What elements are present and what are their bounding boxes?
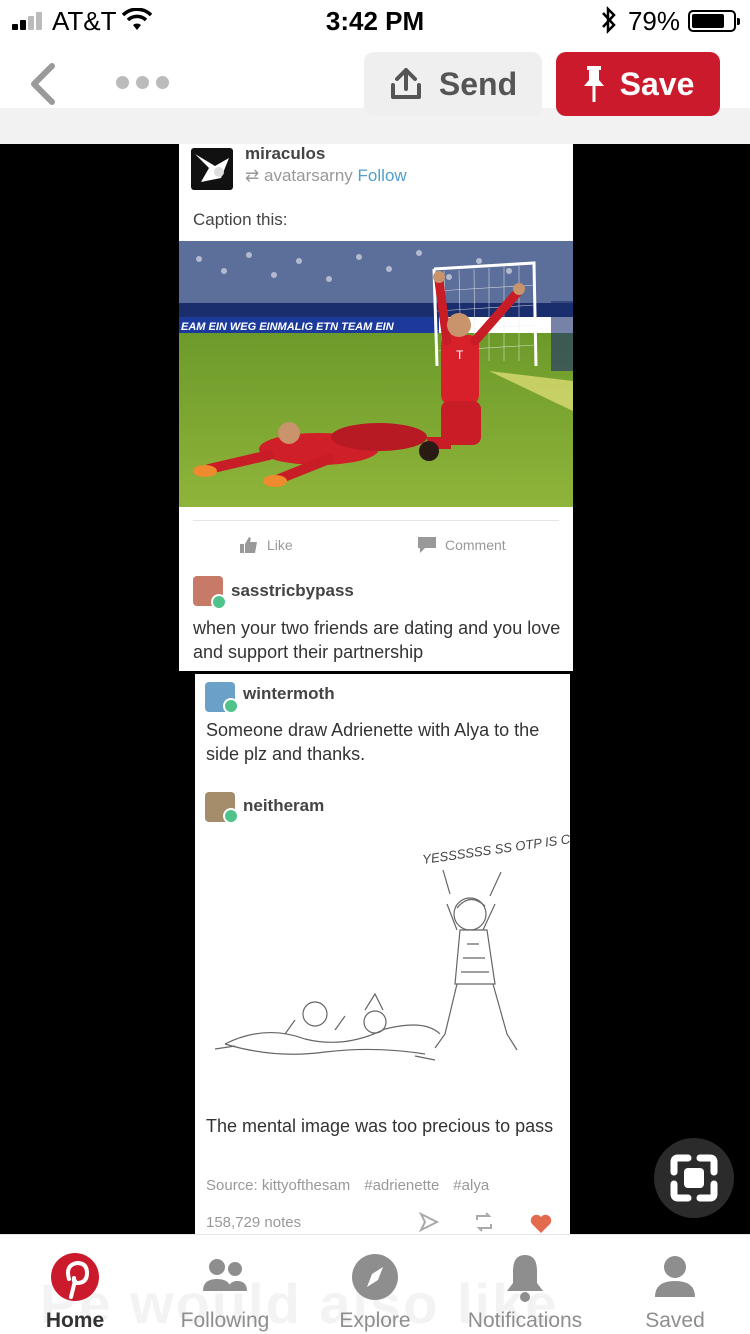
more-dots-icon[interactable] (114, 72, 172, 92)
save-label: Save (619, 65, 695, 102)
tab-saved[interactable]: Saved (600, 1235, 750, 1334)
reblog-badge-icon (223, 698, 239, 714)
save-button[interactable]: Save (556, 52, 720, 116)
like-button[interactable]: Like (239, 536, 293, 554)
tab-following[interactable]: Following (150, 1235, 300, 1334)
back-chevron-icon[interactable] (24, 62, 64, 106)
tumblr-post-card: miraculos ⇄ avatarsarny Follow Caption t… (179, 144, 573, 671)
sketch-drawing: YESSSSSS SS OTP IS CANON!!! (214, 834, 570, 1061)
pinterest-pin-screen: AT&T 3:42 PM 79% Send Save miraculos ⇄ a… (0, 0, 750, 1334)
send-paper-plane-icon (419, 1212, 439, 1232)
post-author: miraculos (245, 144, 326, 163)
comment-button[interactable]: Comment (417, 536, 506, 554)
pin-toolbar: Send Save (0, 40, 750, 144)
lens-scan-icon (670, 1154, 718, 1202)
send-button[interactable]: Send (364, 52, 542, 116)
drawing-caption: YESSSSSS SS OTP IS CANON!!! (421, 834, 570, 867)
source-link: Source: kittyofthesam (206, 1177, 351, 1194)
visual-search-button[interactable] (654, 1138, 734, 1218)
football-photo: EAM EIN WEG EINMALIG ETN TEAM EIN T (179, 241, 573, 507)
tab-notifications[interactable]: Notifications (450, 1235, 600, 1334)
tab-label: Following (180, 1309, 270, 1332)
tag: #alya (453, 1177, 490, 1194)
tab-explore[interactable]: Explore (300, 1235, 450, 1334)
pin-image[interactable]: miraculos ⇄ avatarsarny Follow Caption t… (0, 144, 750, 1234)
bluetooth-icon (602, 6, 616, 34)
tag: #adrienette (364, 1177, 440, 1194)
tab-label: Home (45, 1309, 105, 1332)
reply-author: neitheram (243, 796, 325, 815)
reblog-source: avatarsarny (263, 166, 353, 185)
source-tags-line: Source: kittyofthesam #adrienette #alya (206, 1177, 489, 1194)
reblog-badge-icon (223, 808, 239, 824)
reply-author: sasstricbypass (231, 581, 354, 600)
reply-text: when your two friends are dating and you… (193, 618, 561, 662)
thumbs-up-icon (240, 537, 257, 553)
profile-icon (655, 1256, 695, 1297)
battery-percent: 79% (627, 6, 680, 36)
compass-icon (352, 1254, 398, 1300)
svg-text:T: T (456, 348, 464, 362)
bottom-tab-bar: Pe would also like Home Following Explor… (0, 1234, 750, 1334)
stadium-banner: EAM EIN WEG EINMALIG ETN TEAM EIN (181, 321, 395, 333)
share-upload-icon (390, 68, 421, 99)
avatar (191, 148, 233, 190)
post-caption: Caption this: (193, 210, 288, 229)
battery-icon (688, 10, 740, 32)
people-icon (203, 1259, 247, 1291)
reblog-icon (476, 1212, 492, 1232)
tab-label: Saved (645, 1309, 705, 1332)
comment-icon (418, 537, 436, 553)
tab-label: Notifications (467, 1309, 583, 1332)
reblog-line: ⇄ avatarsarny Follow (245, 166, 407, 186)
reblog-icon: ⇄ (245, 166, 260, 185)
tab-home[interactable]: Home (0, 1235, 150, 1334)
reply-author: wintermoth (243, 684, 335, 703)
bell-icon (507, 1255, 543, 1302)
tab-label: Explore (339, 1309, 411, 1332)
follow-link: Follow (357, 166, 407, 185)
reply-text: Someone draw Adrienette with Alya to the… (206, 720, 540, 764)
pin-icon (583, 66, 604, 102)
send-label: Send (438, 65, 518, 102)
status-bar: AT&T 3:42 PM 79% (0, 0, 750, 40)
tumblr-reply-card: wintermoth Someone draw Adrienette with … (195, 674, 570, 1234)
notes-count: 158,729 notes (206, 1214, 302, 1231)
post-body-text: The mental image was too precious to pas… (206, 1116, 554, 1136)
like-label: Like (267, 537, 293, 553)
comment-label: Comment (445, 537, 506, 553)
reblog-badge-icon (211, 594, 227, 610)
heart-icon (530, 1214, 552, 1233)
pinterest-logo-icon (51, 1253, 99, 1301)
